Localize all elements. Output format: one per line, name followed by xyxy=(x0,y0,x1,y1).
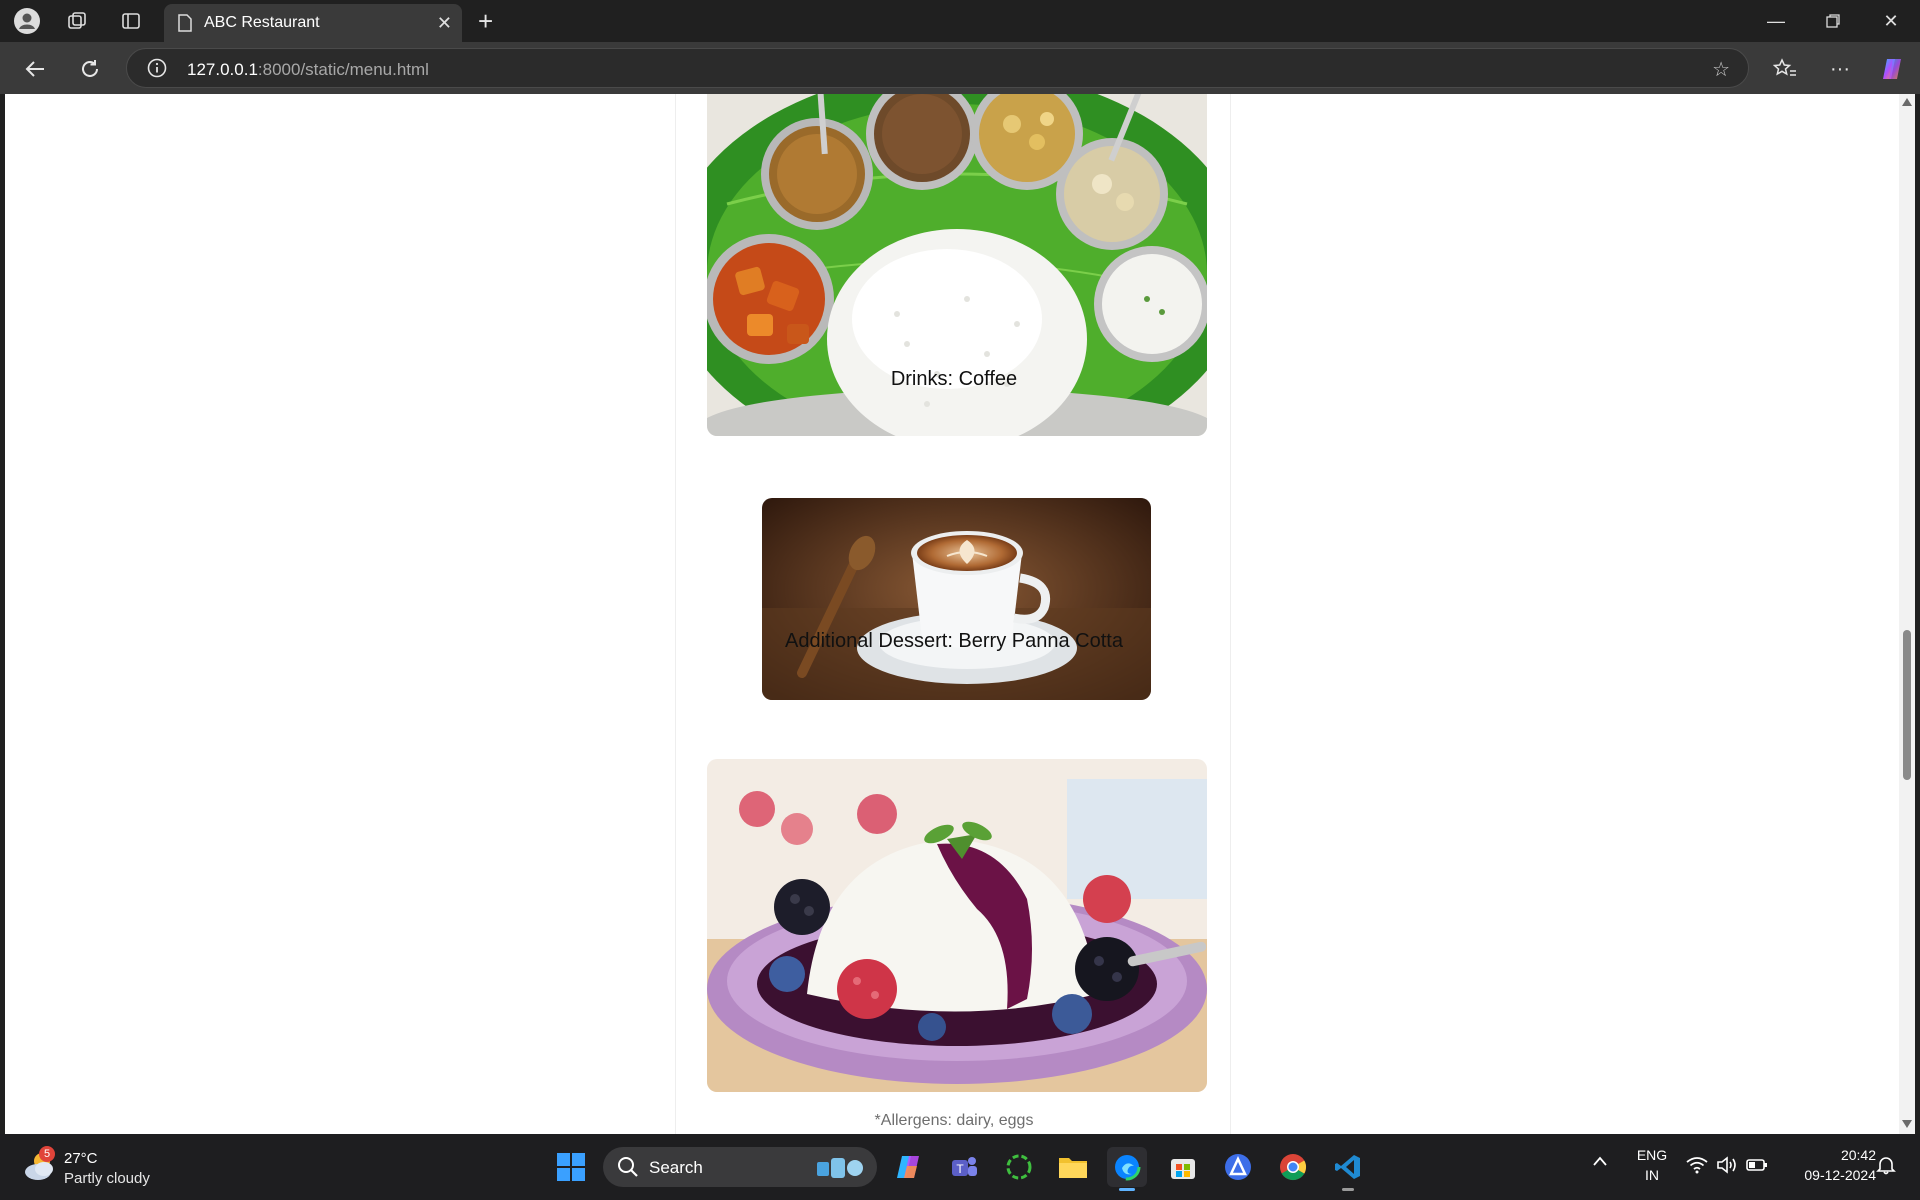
vscode-icon[interactable] xyxy=(1328,1147,1368,1191)
window-border xyxy=(1915,94,1920,1134)
allergens-note: *Allergens: dairy, eggs xyxy=(874,1112,1034,1129)
copilot-icon[interactable] xyxy=(1877,54,1907,84)
search-highlight-icon xyxy=(811,1154,871,1185)
search-icon xyxy=(617,1156,639,1183)
chrome-icon[interactable] xyxy=(1273,1147,1313,1187)
taskbar: 5 27°C Partly cloudy Search T ENG IN 20:… xyxy=(0,1134,1920,1200)
weather-badge: 5 xyxy=(39,1146,55,1162)
site-info-icon[interactable] xyxy=(147,58,167,83)
weather-description[interactable]: Partly cloudy xyxy=(64,1170,150,1187)
page-scrollbar[interactable] xyxy=(1899,94,1915,1134)
copilot-app-icon[interactable] xyxy=(888,1147,928,1187)
tab-abc-restaurant[interactable]: ABC Restaurant ✕ xyxy=(164,4,462,42)
menu-column: Drinks: Coffee Additional Dessert: Berry… xyxy=(675,94,1231,1134)
berry-panna-cotta-image xyxy=(707,759,1207,1092)
scroll-down-arrow-icon[interactable] xyxy=(1902,1120,1912,1128)
url-path: :8000/static/menu.html xyxy=(257,60,429,79)
teams-icon[interactable]: T xyxy=(944,1147,984,1187)
svg-text:T: T xyxy=(956,1162,964,1176)
page-icon xyxy=(177,14,193,37)
scrollbar-thumb[interactable] xyxy=(1903,630,1911,780)
browser-titlebar: ABC Restaurant ✕ + — ✕ xyxy=(0,0,1920,42)
wifi-icon[interactable] xyxy=(1686,1156,1708,1179)
drinks-caption: Drinks: Coffee xyxy=(890,368,1018,390)
favorites-icon[interactable] xyxy=(1770,54,1800,84)
open-app-indicator xyxy=(1342,1188,1354,1191)
workspaces-icon[interactable] xyxy=(64,8,90,34)
search-label: Search xyxy=(649,1158,703,1177)
active-app-indicator xyxy=(1119,1188,1135,1191)
volume-icon[interactable] xyxy=(1716,1156,1738,1179)
more-options-icon[interactable]: ··· xyxy=(1825,54,1855,84)
web-page: Drinks: Coffee Additional Dessert: Berry… xyxy=(5,94,1899,1134)
restore-icon[interactable] xyxy=(1818,8,1848,34)
file-explorer-icon[interactable] xyxy=(1053,1147,1093,1187)
close-window-icon[interactable]: ✕ xyxy=(1876,8,1906,34)
xbox-green-icon[interactable] xyxy=(999,1147,1039,1187)
navigation-bar: 127.0.0.1:8000/static/menu.html ☆ ··· xyxy=(0,42,1920,94)
app-a-icon[interactable] xyxy=(1218,1147,1258,1187)
start-windows-icon[interactable] xyxy=(551,1147,591,1187)
scroll-up-arrow-icon[interactable] xyxy=(1902,98,1912,106)
refresh-icon[interactable] xyxy=(75,54,105,84)
clock-time[interactable]: 20:42 xyxy=(1788,1147,1876,1163)
back-icon[interactable] xyxy=(20,54,50,84)
battery-icon[interactable] xyxy=(1746,1157,1768,1178)
vertical-tabs-icon[interactable] xyxy=(118,8,144,34)
tab-title: ABC Restaurant xyxy=(204,14,320,31)
language-line2[interactable]: IN xyxy=(1632,1167,1672,1183)
taskbar-search[interactable]: Search xyxy=(603,1147,877,1187)
new-tab-icon[interactable]: + xyxy=(478,8,493,34)
favorite-star-icon[interactable]: ☆ xyxy=(1712,57,1730,82)
profile-avatar-icon[interactable] xyxy=(14,8,40,34)
show-hidden-icons-chevron-icon[interactable] xyxy=(1592,1154,1608,1172)
screen: ABC Restaurant ✕ + — ✕ 127.0.0.1:8000/st… xyxy=(0,0,1920,1200)
notification-bell-icon[interactable] xyxy=(1876,1155,1896,1180)
url-text[interactable]: 127.0.0.1:8000/static/menu.html xyxy=(187,60,429,80)
tab-close-icon[interactable]: ✕ xyxy=(437,13,452,34)
weather-temperature[interactable]: 27°C xyxy=(64,1150,98,1167)
edge-browser-icon[interactable] xyxy=(1107,1147,1147,1191)
url-host: 127.0.0.1 xyxy=(187,60,258,79)
clock-date[interactable]: 09-12-2024 xyxy=(1782,1167,1876,1183)
dessert-caption: Additional Dessert: Berry Panna Cotta xyxy=(785,630,1123,652)
coffee-image xyxy=(762,498,1151,700)
address-bar[interactable]: 127.0.0.1:8000/static/menu.html ☆ xyxy=(126,48,1749,88)
language-line1[interactable]: ENG xyxy=(1632,1147,1672,1163)
microsoft-store-icon[interactable] xyxy=(1163,1147,1203,1187)
minimize-icon[interactable]: — xyxy=(1761,8,1791,34)
weather-widget[interactable]: 5 xyxy=(22,1146,58,1184)
